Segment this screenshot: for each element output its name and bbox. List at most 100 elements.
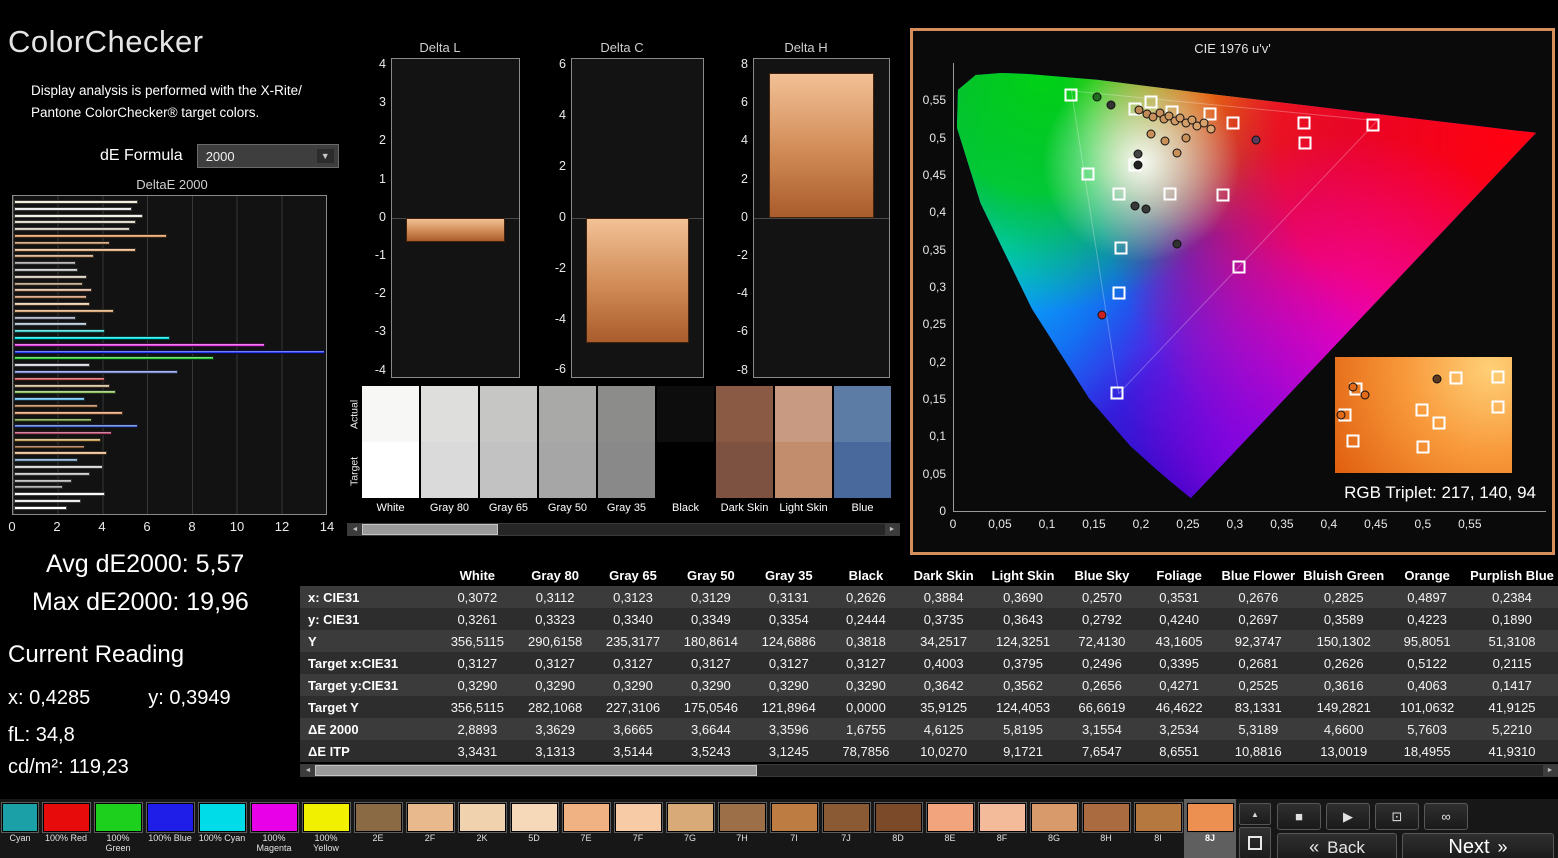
toolbar-patch-cyan[interactable]: Cyan <box>0 799 40 858</box>
table-column-header: Dark Skin <box>904 564 984 586</box>
toolbar-patch-7j[interactable]: 7J <box>820 799 872 858</box>
toolbar-patch-2e[interactable]: 2E <box>352 799 404 858</box>
table-cell: 0,3127 <box>846 655 886 671</box>
patch-swatch <box>926 803 974 832</box>
toolbar-patch-8e[interactable]: 8E <box>924 799 976 858</box>
scroll-right-button[interactable]: ► <box>1543 765 1557 776</box>
patch-tile-label: 7J <box>841 833 851 843</box>
patch-tile-label: 8I <box>1154 833 1162 843</box>
toolbar-patch-100--magenta[interactable]: 100% Magenta <box>248 799 300 858</box>
cie-ytick-label: 0,25 <box>922 317 946 332</box>
scrollbar-thumb[interactable] <box>362 524 498 535</box>
table-cell: 83,1331 <box>1234 699 1282 715</box>
deltae-bar <box>14 308 114 313</box>
toolbar-patch-8g[interactable]: 8G <box>1028 799 1080 858</box>
table-scrollbar[interactable]: ◄ ► <box>300 764 1558 777</box>
toolbar-patch-100--yellow[interactable]: 100% Yellow <box>300 799 352 858</box>
scroll-left-button[interactable]: ◄ <box>348 524 362 535</box>
scroll-left-button[interactable]: ◄ <box>301 765 315 776</box>
delta-h-tick-label: -6 <box>736 324 748 339</box>
table-row-label: y: CIE31 <box>308 611 360 627</box>
patch-actual-swatch <box>539 386 596 442</box>
table-cell: 0,3690 <box>1003 589 1043 605</box>
table-cell: 0,3127 <box>535 655 575 671</box>
cie-ytick-label: 0,2 <box>929 354 946 369</box>
back-button[interactable]: « Back <box>1277 833 1397 858</box>
single-measure-button[interactable]: ⊡ <box>1375 803 1419 830</box>
toolbar-patch-7h[interactable]: 7H <box>716 799 768 858</box>
scroll-up-button[interactable]: ▲ <box>1239 803 1271 825</box>
panel-toggle-button[interactable] <box>1239 827 1271 858</box>
cie-xtick-label: 0,15 <box>1082 517 1106 531</box>
cie-ytick-label: 0,3 <box>929 280 946 294</box>
delta-h-tick-label: -4 <box>736 286 748 301</box>
table-column-header: Gray 50 <box>671 564 750 586</box>
patch-tile-label: 2E <box>372 833 384 843</box>
table-cell: 5,7603 <box>1407 721 1447 737</box>
table-cell: 0,3129 <box>691 589 731 605</box>
patch-tile-label: 8E <box>944 833 956 843</box>
toolbar-patch-100--cyan[interactable]: 100% Cyan <box>196 799 248 858</box>
toolbar-patch-100--red[interactable]: 100% Red <box>40 799 92 858</box>
deltae-bar <box>14 227 130 232</box>
patch-label: Gray 35 <box>606 502 647 514</box>
play-button[interactable]: ▶ <box>1326 803 1370 830</box>
swatch-scrollbar[interactable]: ◄ ► <box>347 523 900 536</box>
measurement-marker-dot <box>1097 310 1107 320</box>
current-xy: x: 0,4285 y: 0,3949 <box>8 687 249 710</box>
de-formula-select[interactable]: 2000 ▼ <box>196 144 339 168</box>
toolbar-patch-7f[interactable]: 7F <box>612 799 664 858</box>
delta-l-tick-label: -1 <box>374 247 386 262</box>
patch-tiles: Cyan 100% Red 100% Green 100% Blue 100% Cyan… <box>0 799 1236 858</box>
table-cell: 0,3562 <box>1003 677 1043 693</box>
patch-label: Blue <box>851 502 874 514</box>
table-cell: 5,3189 <box>1238 721 1279 737</box>
toolbar-patch-2k[interactable]: 2K <box>456 799 508 858</box>
deltae-xticks: 0 2 4 6 8 10 12 14 <box>8 519 334 537</box>
delta-h-tick-label: 8 <box>741 57 748 71</box>
cie-xtick-label: 0,05 <box>988 517 1012 531</box>
table-cell: 41,9310 <box>1488 743 1536 759</box>
toolbar-patch-8j[interactable]: 8J <box>1184 799 1236 858</box>
toolbar-patch-100--blue[interactable]: 100% Blue <box>144 799 196 858</box>
patch-swatch <box>978 803 1026 832</box>
measurement-marker-dot <box>1206 124 1216 134</box>
patch-tile-label: 8H <box>1100 833 1112 843</box>
scrollbar-track[interactable] <box>362 524 885 535</box>
toolbar-patch-100--green[interactable]: 100% Green <box>92 799 144 858</box>
toolbar-patch-5d[interactable]: 5D <box>508 799 560 858</box>
delta-c-tick-label: 4 <box>559 107 566 122</box>
patch-swatch <box>770 803 818 832</box>
delta-c-chart: Delta C 6 4 2 0 -2 -4 -6 <box>540 40 704 378</box>
continuous-measure-button[interactable]: ∞ <box>1424 803 1468 830</box>
measurement-marker-dot <box>1146 129 1156 139</box>
cie-zoom-inset <box>1335 357 1512 473</box>
toolbar-patch-8d[interactable]: 8D <box>872 799 924 858</box>
stop-button[interactable]: ■ <box>1277 803 1321 830</box>
table-cell: 0,4240 <box>1159 611 1200 627</box>
cie-xtick-label: 0 <box>949 517 957 531</box>
cie-xtick-label: 0,2 <box>1132 517 1150 531</box>
toolbar-patch-2f[interactable]: 2F <box>404 799 456 858</box>
target-marker-square <box>1298 136 1311 150</box>
patch-swatch <box>406 803 454 832</box>
toolbar-patch-7i[interactable]: 7I <box>768 799 820 858</box>
avg-de2000: Avg dE2000: 5,57 <box>46 550 245 578</box>
cie-yticks: 0 0,05 0,1 0,15 0,2 0,25 0,3 0,35 0,4 0,45 0,5 0,55 <box>915 63 949 518</box>
table-cell: 235,3177 <box>605 633 661 649</box>
toolbar-patch-8f[interactable]: 8F <box>976 799 1028 858</box>
deltae-xtick-label: 6 <box>143 519 151 534</box>
next-button[interactable]: Next » <box>1402 833 1554 858</box>
toolbar-patch-7g[interactable]: 7G <box>664 799 716 858</box>
toolbar-patch-8h[interactable]: 8H <box>1080 799 1132 858</box>
scroll-right-button[interactable]: ► <box>885 524 899 535</box>
deltae-bar <box>14 376 106 381</box>
deltae-bar <box>14 383 110 388</box>
scrollbar-thumb[interactable] <box>315 765 758 776</box>
cie-xtick-label: 0,5 <box>1414 517 1432 531</box>
delta-l-tick-label: 0 <box>379 209 386 224</box>
toolbar-patch-8i[interactable]: 8I <box>1132 799 1184 858</box>
table-cell: 0,2676 <box>1238 589 1279 605</box>
scrollbar-track[interactable] <box>315 765 1543 776</box>
toolbar-patch-7e[interactable]: 7E <box>560 799 612 858</box>
